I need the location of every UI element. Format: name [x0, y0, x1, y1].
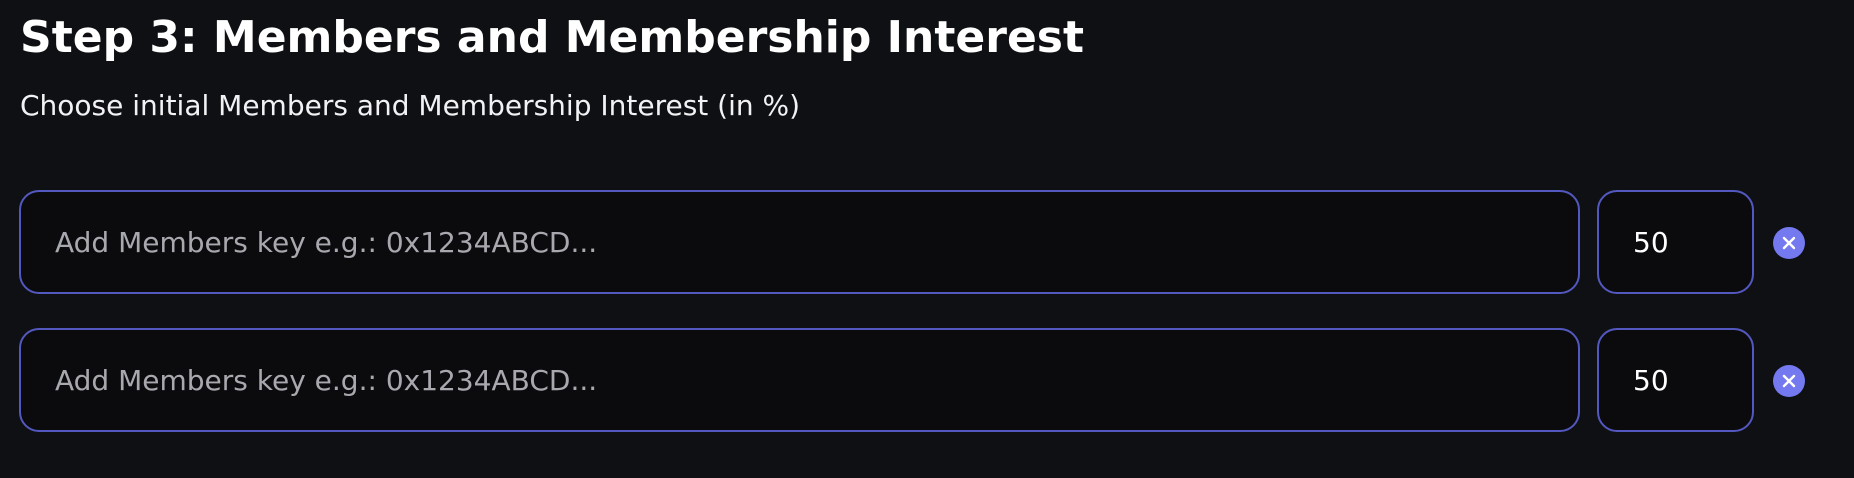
member-key-input[interactable] [19, 328, 1580, 432]
remove-member-button[interactable] [1773, 365, 1805, 397]
step-title: Step 3: Members and Membership Interest [20, 12, 1085, 63]
remove-member-button[interactable] [1773, 227, 1805, 259]
member-key-input[interactable] [19, 190, 1580, 294]
membership-interest-input[interactable] [1597, 328, 1754, 432]
step-subtitle: Choose initial Members and Membership In… [20, 89, 801, 122]
close-icon [1782, 374, 1796, 388]
member-row [19, 190, 1819, 298]
membership-interest-input[interactable] [1597, 190, 1754, 294]
close-icon [1782, 236, 1796, 250]
member-row [19, 328, 1819, 436]
